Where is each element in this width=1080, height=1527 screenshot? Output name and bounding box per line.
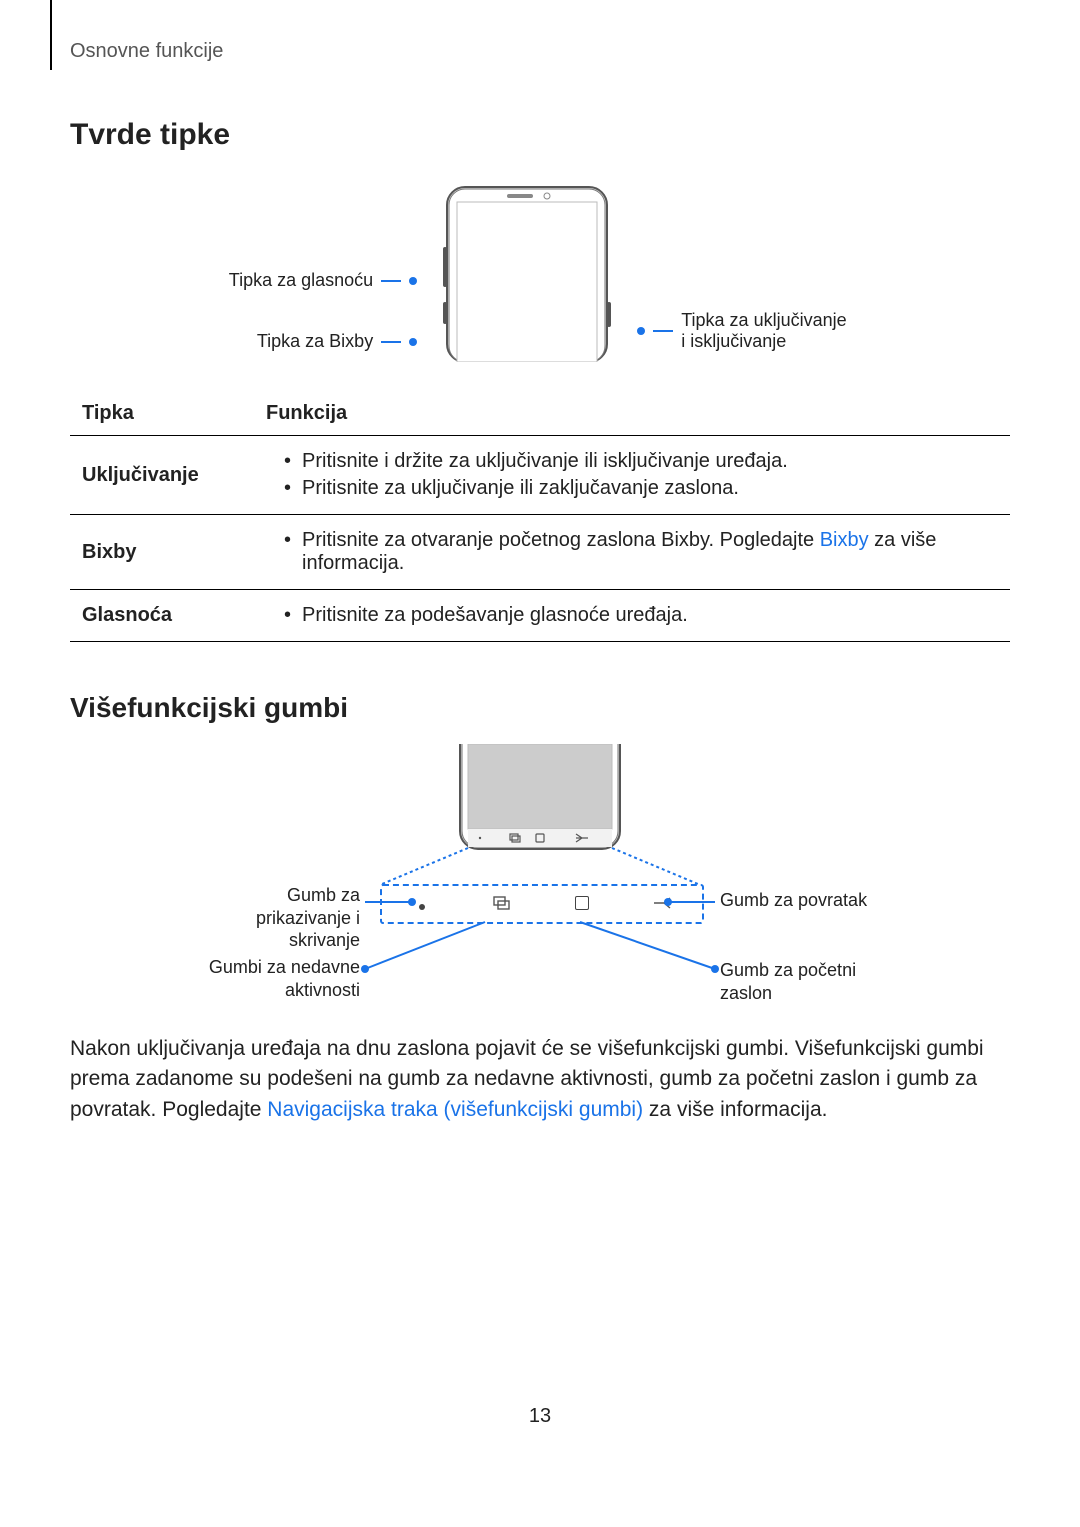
- breadcrumb: Osnovne funkcije: [70, 40, 1010, 63]
- table-header-function: Funkcija: [254, 392, 1010, 436]
- table-header-key: Tipka: [70, 392, 254, 436]
- table-row-key: Glasnoća: [70, 590, 254, 642]
- table-row-item: Pritisnite za podešavanje glasnoće uređa…: [288, 604, 998, 627]
- hard-keys-diagram: Tipka za glasnoću Tipka za Bixby Tipka z…: [70, 182, 1010, 362]
- back-icon: [632, 894, 692, 915]
- label-volume-key: Tipka za glasnoću: [229, 270, 373, 291]
- text-span: Pritisnite za otvaranje početnog zaslona…: [302, 529, 820, 551]
- heading-hard-keys: Tvrde tipke: [70, 118, 1010, 152]
- table-row-key: Bixby: [70, 515, 254, 590]
- phone-top-outline: [437, 182, 617, 362]
- table-row-item: Pritisnite i držite za uključivanje ili …: [288, 450, 998, 473]
- label-recents-button: Gumbi za nedavne aktivnosti: [190, 956, 360, 1001]
- label-bixby-key: Tipka za Bixby: [257, 331, 373, 352]
- label-show-hide-button: Gumb za prikazivanje i skrivanje: [190, 884, 360, 952]
- keys-table: Tipka Funkcija Uključivanje Pritisnite i…: [70, 392, 1010, 642]
- heading-soft-keys: Višefunkcijski gumbi: [70, 692, 1010, 724]
- table-row-key: Uključivanje: [70, 436, 254, 515]
- show-hide-dot-icon: [419, 904, 425, 910]
- paragraph-softkeys: Nakon uključivanja uređaja na dnu zaslon…: [70, 1034, 1010, 1125]
- label-home-button: Gumb za početni zaslon: [720, 959, 890, 1004]
- table-row-item: Pritisnite za otvaranje početnog zaslona…: [288, 529, 998, 575]
- link-bixby[interactable]: Bixby: [820, 529, 869, 551]
- label-back-button: Gumb za povratak: [720, 889, 867, 912]
- text-span: za više informacija.: [643, 1098, 827, 1121]
- home-icon: [575, 896, 589, 910]
- label-power-key: Tipka za uključivanje i isključivanje: [681, 310, 851, 352]
- table-row-item: Pritisnite za uključivanje ili zaključav…: [288, 477, 998, 500]
- link-navigation-bar[interactable]: Navigacijska traka (višefunkcijski gumbi…: [267, 1098, 643, 1121]
- phone-bottom-outline: [450, 744, 630, 859]
- nav-bar-zoom: [380, 884, 704, 924]
- recents-icon: [472, 894, 532, 915]
- soft-keys-diagram: Gumb za prikazivanje i skrivanje Gumbi z…: [190, 744, 890, 1004]
- page-number: 13: [70, 1405, 1010, 1428]
